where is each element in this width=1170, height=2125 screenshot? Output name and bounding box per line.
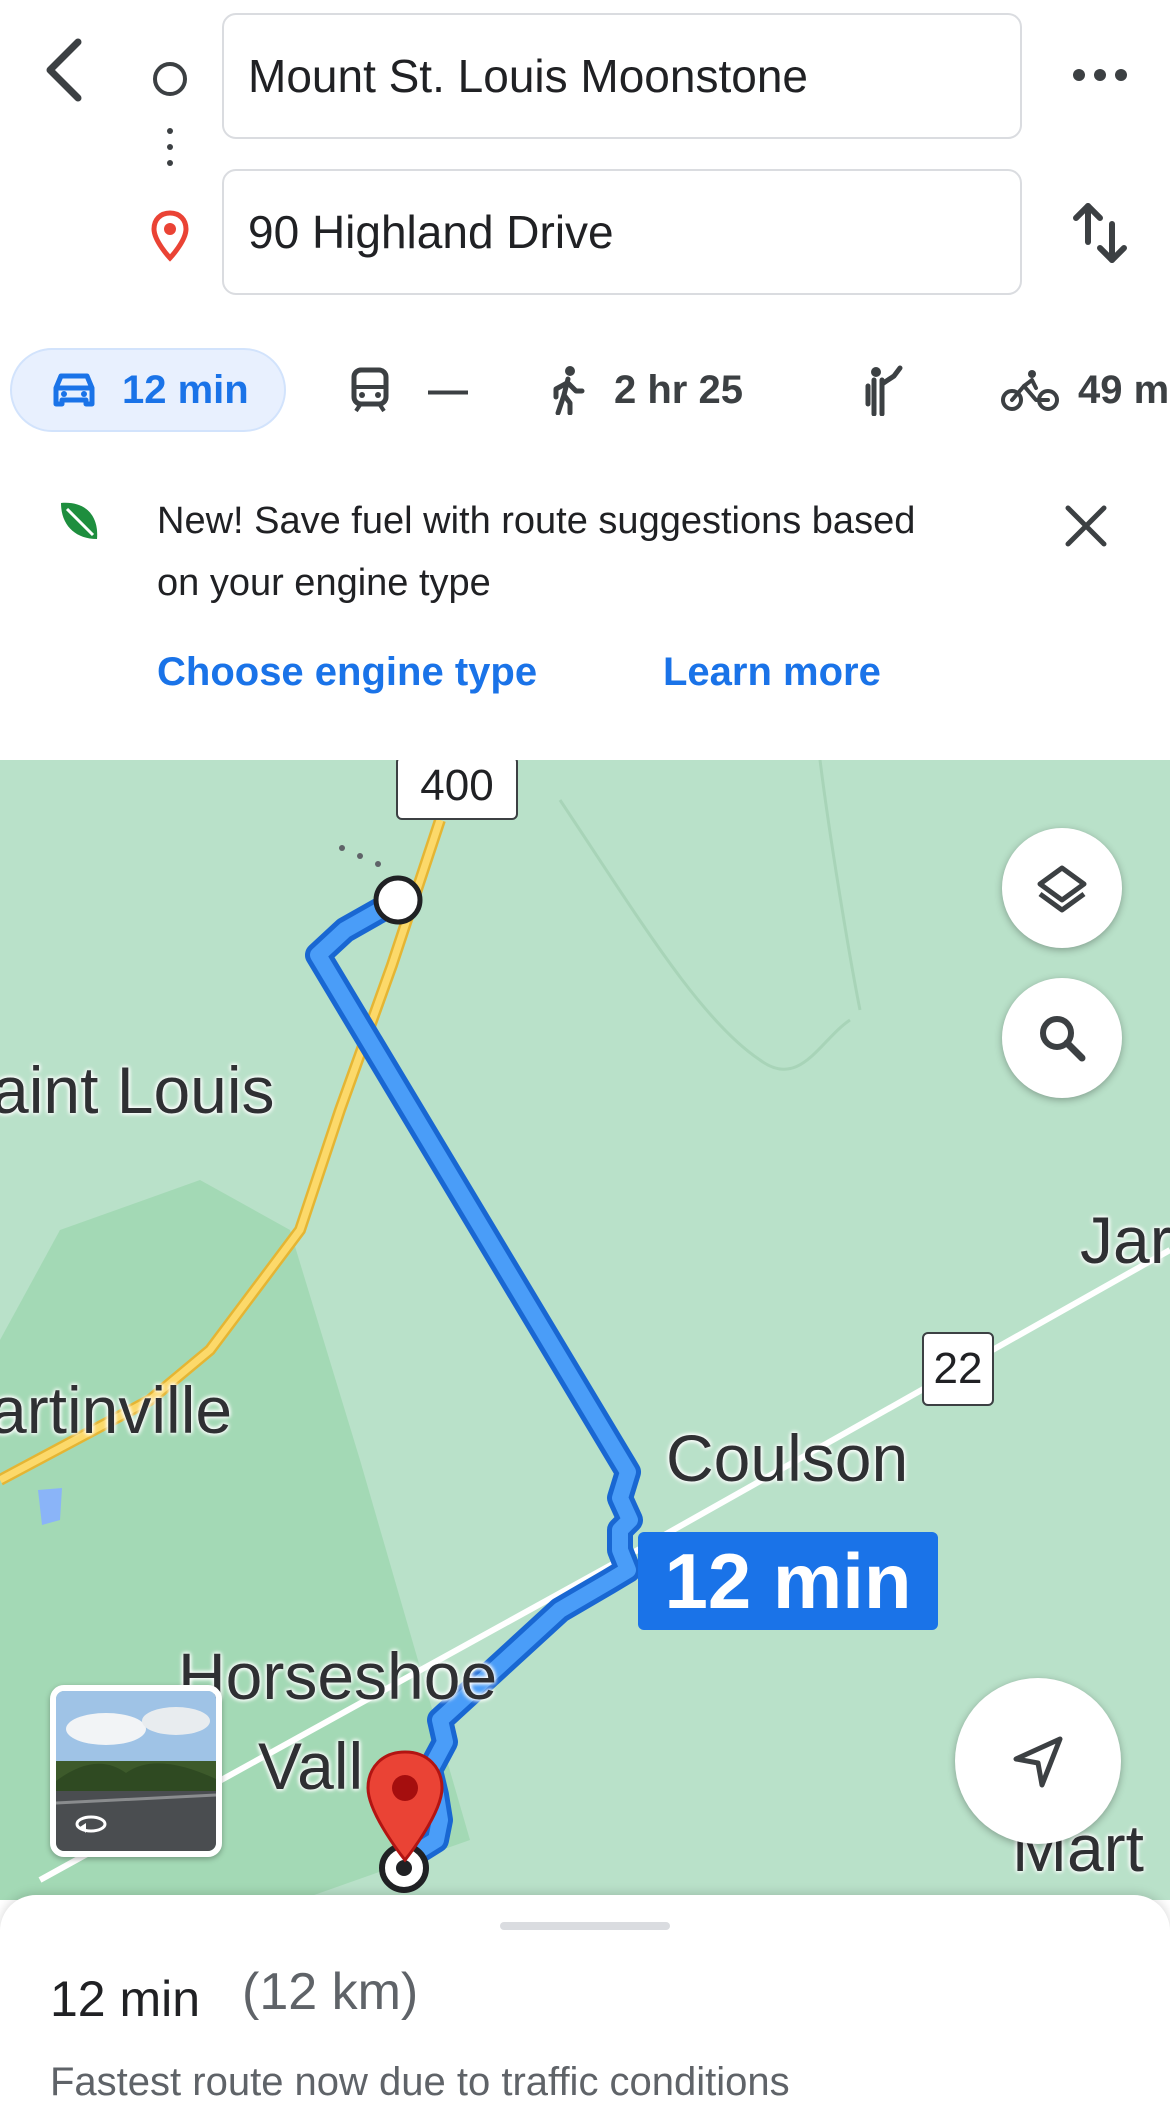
origin-dot-icon xyxy=(153,62,187,96)
map-label-martinville: artinville xyxy=(0,1373,233,1447)
destination-text: 90 Highland Drive xyxy=(248,206,614,258)
more-options-button[interactable] xyxy=(1065,60,1135,90)
more-dots-icon xyxy=(1073,69,1127,81)
sheet-duration: 12 min xyxy=(50,1971,201,2027)
layers-button[interactable] xyxy=(1002,828,1122,948)
mode-walk-tab[interactable]: 2 hr 25 xyxy=(550,348,743,432)
map-label-saint-louis: aint Louis xyxy=(0,1053,275,1127)
transit-icon xyxy=(351,367,389,413)
leaf-icon xyxy=(55,495,105,545)
sheet-drag-handle[interactable] xyxy=(500,1922,670,1930)
close-icon xyxy=(1065,505,1107,547)
mode-drive-tab[interactable]: 12 min xyxy=(10,348,286,432)
choose-engine-link[interactable]: Choose engine type xyxy=(157,650,537,695)
back-button[interactable] xyxy=(30,30,100,110)
walk-icon xyxy=(553,366,585,415)
mode-transit-label: — xyxy=(428,367,468,412)
mode-rideshare-tab[interactable] xyxy=(860,348,904,432)
origin-text: Mount St. Louis Moonstone xyxy=(248,50,808,102)
route-dots-icon xyxy=(166,128,174,176)
mode-bike-label: 49 m xyxy=(1078,367,1170,412)
sheet-distance: (12 km) xyxy=(242,1963,419,2021)
back-arrow-icon xyxy=(46,38,82,102)
mode-bike-tab[interactable]: 49 m xyxy=(1000,348,1170,432)
mode-transit-tab[interactable]: — xyxy=(350,348,468,432)
search-icon xyxy=(1040,1016,1086,1062)
banner-message: New! Save fuel with route suggestions ba… xyxy=(157,500,916,604)
swap-arrows-icon xyxy=(1073,203,1127,263)
highway-22-shield: 22 xyxy=(922,1332,994,1406)
swap-button[interactable] xyxy=(1070,198,1130,268)
car-icon xyxy=(53,373,95,407)
layers-icon xyxy=(1037,865,1087,913)
close-banner-button[interactable] xyxy=(1060,500,1112,552)
navigate-button[interactable] xyxy=(955,1678,1121,1844)
destination-input[interactable]: 90 Highland Drive xyxy=(222,169,1022,295)
navigation-arrow-icon xyxy=(1013,1736,1063,1788)
rideshare-icon xyxy=(865,365,903,416)
360-rotate-icon xyxy=(75,1815,107,1833)
route-eta-label: 12 min xyxy=(638,1532,938,1630)
street-view-thumbnail[interactable] xyxy=(50,1685,222,1857)
destination-pin-icon xyxy=(150,210,190,262)
map-label-valley: Vall xyxy=(258,1729,364,1803)
map-label-coulson: Coulson xyxy=(666,1421,909,1495)
map-label-horseshoe: Horseshoe xyxy=(178,1639,498,1713)
origin-input[interactable]: Mount St. Louis Moonstone xyxy=(222,13,1022,139)
mode-walk-label: 2 hr 25 xyxy=(614,367,743,412)
destination-marker-icon xyxy=(366,1750,444,1863)
bike-icon xyxy=(1001,370,1059,411)
highway-400-shield: 400 xyxy=(396,760,518,820)
search-map-button[interactable] xyxy=(1002,978,1122,1098)
sheet-description: Fastest route now due to traffic conditi… xyxy=(50,2060,790,2104)
mode-drive-label: 12 min xyxy=(122,367,249,412)
map-label-jar: Jar xyxy=(1080,1203,1170,1277)
learn-more-link[interactable]: Learn more xyxy=(663,650,881,695)
